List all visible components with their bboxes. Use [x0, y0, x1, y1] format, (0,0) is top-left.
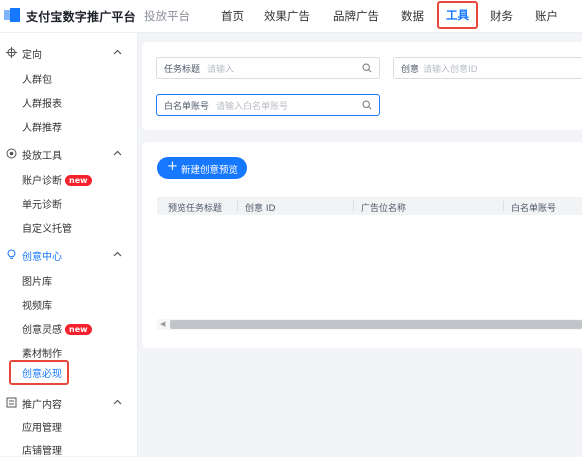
- sidebar-group-label: 推广内容: [22, 400, 62, 411]
- sidebar-item-image-library[interactable]: 图片库: [22, 273, 52, 288]
- field-placeholder: 请输入: [207, 65, 235, 75]
- lightbulb-icon: [7, 249, 16, 259]
- sidebar-item-custom-hosting[interactable]: 自定义托管: [22, 220, 72, 235]
- chevron-up-icon[interactable]: [113, 250, 122, 259]
- content-icon: [6, 397, 17, 408]
- platform-brand[interactable]: 支付宝数字推广平台: [26, 8, 136, 25]
- scrollbar-thumb[interactable]: [170, 320, 582, 329]
- task-title-search-input[interactable]: 任务标题 请输入: [156, 57, 380, 79]
- sidebar-item-video-library[interactable]: 视频库: [22, 297, 52, 312]
- sidebar-group-targeting[interactable]: 定向: [0, 44, 137, 62]
- whitelist-account-search-input[interactable]: 白名单账号 请输入白名单账号: [156, 94, 380, 116]
- field-placeholder: 请输入白名单账号: [216, 102, 289, 112]
- nav-brand-ads[interactable]: 品牌广告: [333, 8, 379, 24]
- preview-task-table-panel: + 新建创意预览 预览任务标题 创意 ID 广告位名称 白名单账号 ◀: [142, 142, 582, 348]
- sidebar-item-account-diagnosis[interactable]: 账户诊断 new: [22, 172, 92, 187]
- scroll-left-icon[interactable]: ◀: [160, 320, 165, 328]
- sidebar-item-audience-pack[interactable]: 人群包: [22, 71, 52, 86]
- sidebar: 定向 人群包 人群报表 人群推荐 投放工具 账户诊断 new 单元诊断 自定义托管…: [0, 33, 138, 457]
- plus-icon: +: [167, 159, 178, 174]
- column-header-task-title: 预览任务标题: [168, 204, 223, 214]
- sidebar-item-store-management[interactable]: 店铺管理: [22, 442, 62, 457]
- filter-panel: 任务标题 请输入 创意 请输入创意ID 白名单账号 请输入白名单账号: [142, 42, 582, 130]
- top-header: 支付宝数字推广平台 投放平台 首页 效果广告 品牌广告 数据 工具 财务 账户: [0, 0, 582, 33]
- field-label: 创意: [401, 65, 420, 75]
- sidebar-item-creative-inspiration[interactable]: 创意灵感 new: [22, 321, 92, 336]
- creative-id-search-input[interactable]: 创意 请输入创意ID: [393, 57, 582, 79]
- sidebar-group-label: 定向: [22, 50, 42, 61]
- chevron-up-icon[interactable]: [113, 398, 122, 407]
- column-header-creative-id: 创意 ID: [245, 204, 276, 214]
- column-header-ad-slot-name: 广告位名称: [361, 204, 407, 214]
- search-icon: [362, 63, 372, 73]
- horizontal-scrollbar[interactable]: ◀: [157, 319, 582, 330]
- table-header: 预览任务标题 创意 ID 广告位名称 白名单账号: [157, 197, 582, 215]
- sidebar-group-promotion-content[interactable]: 推广内容: [0, 394, 137, 412]
- platform-sub-brand: 投放平台: [144, 9, 190, 23]
- new-creative-preview-button[interactable]: + 新建创意预览: [157, 157, 247, 179]
- sidebar-item-unit-diagnosis[interactable]: 单元诊断: [22, 196, 62, 211]
- sidebar-group-delivery-tools[interactable]: 投放工具: [0, 145, 137, 163]
- search-icon: [362, 100, 372, 110]
- sidebar-item-audience-recommend[interactable]: 人群推荐: [22, 119, 62, 134]
- sidebar-item-audience-report[interactable]: 人群报表: [22, 95, 62, 110]
- field-label: 白名单账号: [164, 102, 210, 112]
- column-divider: [503, 201, 504, 211]
- new-badge: new: [65, 175, 92, 186]
- nav-tools[interactable]: 工具: [437, 1, 478, 29]
- new-badge: new: [65, 324, 92, 335]
- nav-performance-ads[interactable]: 效果广告: [264, 8, 310, 24]
- sidebar-group-creative-center[interactable]: 创意中心: [0, 246, 137, 264]
- chevron-up-icon[interactable]: [113, 48, 122, 57]
- column-divider: [353, 201, 354, 211]
- chevron-up-icon[interactable]: [113, 149, 122, 158]
- nav-account[interactable]: 账户: [535, 8, 558, 24]
- sidebar-item-creative-preview[interactable]: 创意必现: [9, 360, 69, 385]
- sidebar-item-app-management[interactable]: 应用管理: [22, 419, 62, 434]
- nav-data[interactable]: 数据: [401, 8, 424, 24]
- sidebar-group-label: 投放工具: [22, 151, 62, 162]
- tools-icon: [6, 148, 17, 159]
- sidebar-item-material-production[interactable]: 素材制作: [22, 345, 62, 360]
- sidebar-item-label: 创意灵感: [22, 325, 62, 336]
- platform-logo-icon: [4, 8, 20, 22]
- button-label: 新建创意预览: [181, 165, 239, 176]
- field-label: 任务标题: [164, 65, 201, 75]
- target-icon: [6, 47, 17, 58]
- column-header-whitelist-account: 白名单账号: [511, 204, 557, 214]
- column-divider: [237, 201, 238, 211]
- nav-home[interactable]: 首页: [221, 8, 244, 24]
- field-placeholder: 请输入创意ID: [423, 65, 478, 75]
- sidebar-group-label: 创意中心: [22, 252, 62, 263]
- sidebar-item-label: 账户诊断: [22, 176, 62, 187]
- nav-finance[interactable]: 财务: [490, 8, 513, 24]
